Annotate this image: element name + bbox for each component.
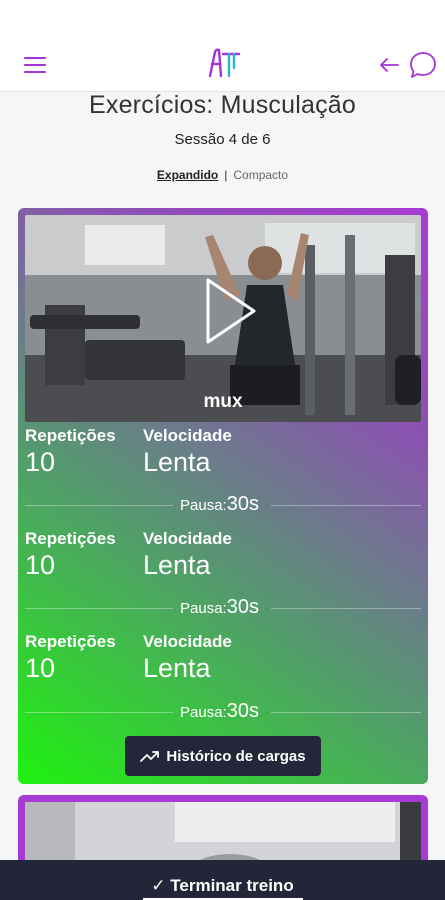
divider bbox=[271, 505, 421, 506]
video-provider-label: mux bbox=[203, 391, 243, 412]
divider bbox=[25, 608, 173, 609]
reps-value: 10 bbox=[25, 550, 56, 580]
exercise-card: mux Repetições 10 Velocidade Lenta Pausa… bbox=[18, 208, 428, 784]
app-logo-icon bbox=[208, 48, 241, 78]
pause-row-3: Pausa:30s bbox=[25, 700, 421, 724]
divider bbox=[25, 505, 173, 506]
divider bbox=[271, 608, 421, 609]
bottom-action-bar: ✓ Terminar treino bbox=[0, 860, 445, 900]
view-expanded-option[interactable]: Expandido bbox=[157, 168, 218, 182]
pause-text: Pausa:30s bbox=[180, 596, 259, 618]
divider bbox=[25, 712, 173, 713]
finish-workout-button[interactable]: ✓ Terminar treino bbox=[0, 876, 445, 896]
pause-text: Pausa:30s bbox=[180, 493, 259, 515]
reps-label: Repetições bbox=[25, 632, 116, 651]
reps-value: 10 bbox=[25, 653, 56, 683]
exercise-set-3: Repetições 10 Velocidade Lenta bbox=[25, 632, 425, 692]
exercise-set-2: Repetições 10 Velocidade Lenta bbox=[25, 529, 425, 589]
page-title: Exercícios: Musculação bbox=[89, 91, 356, 119]
top-app-bar bbox=[0, 0, 445, 92]
speed-label: Velocidade bbox=[143, 632, 232, 651]
view-separator: | bbox=[224, 168, 228, 182]
pause-row-2: Pausa:30s bbox=[25, 596, 421, 620]
divider bbox=[271, 712, 421, 713]
speed-label: Velocidade bbox=[143, 529, 232, 548]
session-progress: Sessão 4 de 6 bbox=[174, 131, 271, 148]
arrow-left-icon[interactable] bbox=[378, 56, 400, 74]
reps-value: 10 bbox=[25, 447, 56, 477]
trending-up-icon bbox=[140, 751, 160, 762]
chat-bubble-icon[interactable] bbox=[408, 50, 438, 80]
load-history-label: Histórico de cargas bbox=[166, 747, 306, 765]
view-compact-option[interactable]: Compacto bbox=[233, 168, 288, 182]
load-history-button[interactable]: Histórico de cargas bbox=[125, 736, 321, 776]
speed-value: Lenta bbox=[143, 447, 211, 477]
reps-label: Repetições bbox=[25, 426, 116, 445]
speed-label: Velocidade bbox=[143, 426, 232, 445]
view-mode-toggle: Expandido | Compacto bbox=[0, 168, 445, 182]
pause-row-1: Pausa:30s bbox=[25, 493, 421, 517]
speed-value: Lenta bbox=[143, 550, 211, 580]
hamburger-menu-icon[interactable] bbox=[24, 55, 48, 75]
exercise-video-player[interactable]: mux bbox=[25, 215, 421, 422]
exercise-set-1: Repetições 10 Velocidade Lenta bbox=[25, 426, 425, 486]
reps-label: Repetições bbox=[25, 529, 116, 548]
pause-text: Pausa:30s bbox=[180, 700, 259, 722]
speed-value: Lenta bbox=[143, 653, 211, 683]
